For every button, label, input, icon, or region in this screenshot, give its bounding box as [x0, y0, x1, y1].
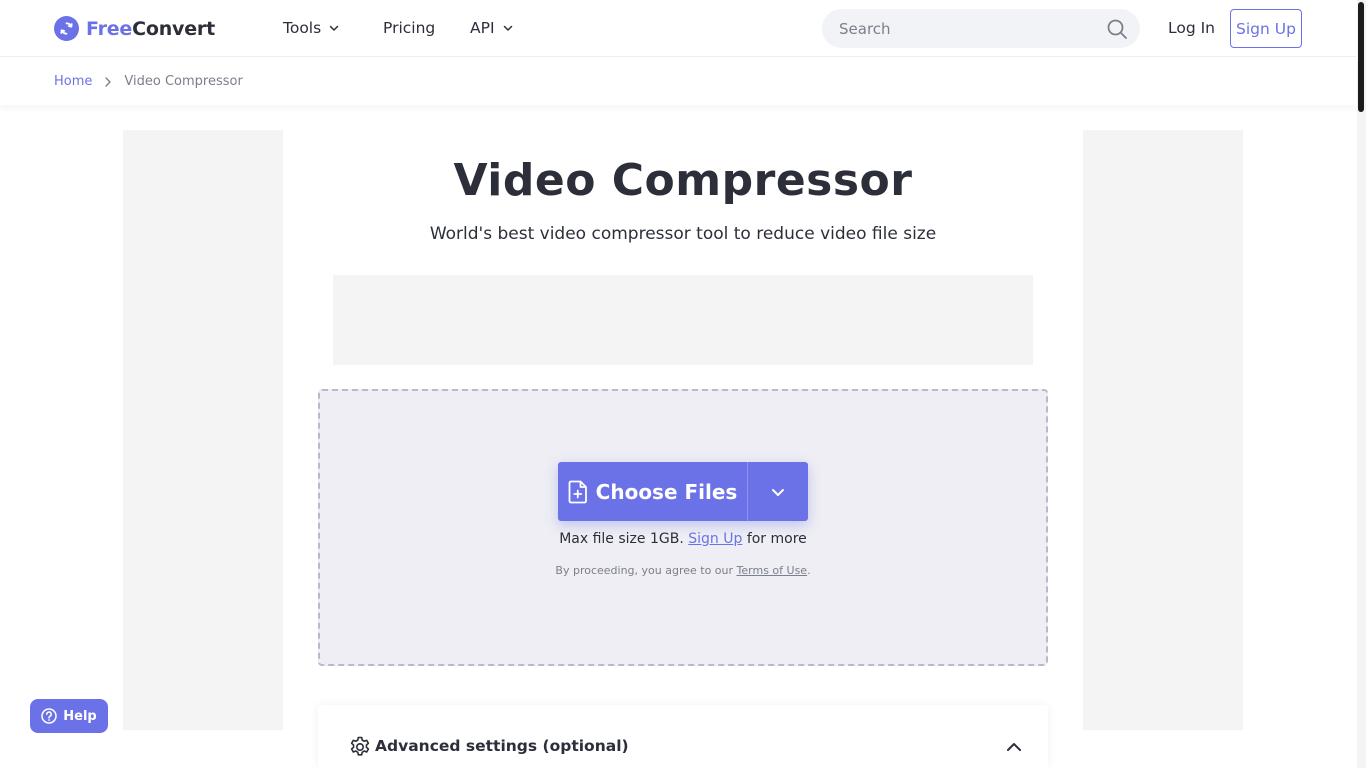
advanced-settings-label: Advanced settings (optional)	[375, 737, 629, 755]
gear-icon	[350, 736, 370, 756]
max-file-size-note: Max file size 1GB. Sign Up for more	[318, 531, 1048, 547]
search-box	[822, 9, 1140, 48]
max-size-suffix: for more	[746, 531, 807, 547]
help-button[interactable]: Help	[30, 699, 108, 733]
login-link[interactable]: Log In	[1168, 19, 1215, 37]
choose-source-dropdown[interactable]	[748, 462, 808, 521]
logo-text-convert: Convert	[132, 17, 215, 40]
terms-text: By proceeding, you agree to our	[555, 564, 734, 577]
breadcrumb-current: Video Compressor	[124, 74, 243, 89]
nav-tools[interactable]: Tools	[283, 19, 339, 37]
terms-note: By proceeding, you agree to our Terms of…	[318, 564, 1048, 577]
signup-button[interactable]: Sign Up	[1230, 9, 1302, 48]
choose-files-button-group: Choose Files	[558, 462, 808, 521]
file-add-icon	[568, 480, 587, 503]
help-label: Help	[63, 708, 97, 724]
breadcrumb-home[interactable]: Home	[54, 74, 92, 89]
search-input[interactable]	[839, 19, 1089, 38]
file-dropzone[interactable]	[318, 389, 1048, 666]
page-subtitle: World's best video compressor tool to re…	[429, 224, 937, 244]
choose-files-label: Choose Files	[595, 479, 738, 504]
chevron-down-icon	[329, 25, 339, 31]
page-scrollbar-track[interactable]	[1357, 0, 1366, 768]
logo-icon	[54, 16, 79, 41]
page-title: Video Compressor	[453, 155, 913, 206]
ad-slot-top	[333, 275, 1033, 365]
terms-of-use-link[interactable]: Terms of Use	[737, 564, 808, 577]
nav-pricing[interactable]: Pricing	[383, 19, 435, 37]
max-size-text: Max file size 1GB.	[559, 531, 684, 547]
question-circle-icon	[41, 708, 58, 724]
ad-slot-right	[1083, 130, 1243, 730]
page-scrollbar-thumb[interactable]	[1358, 2, 1364, 112]
ad-slot-left	[123, 130, 283, 730]
chevron-up-icon[interactable]	[1006, 741, 1022, 753]
nav-api-label: API	[470, 19, 495, 37]
breadcrumb: Home Video Compressor	[54, 74, 243, 89]
choose-files-button[interactable]: Choose Files	[558, 462, 748, 521]
nav-pricing-label: Pricing	[383, 19, 436, 37]
logo[interactable]: FreeConvert	[54, 16, 215, 41]
breadcrumb-bar: Home Video Compressor	[0, 58, 1356, 105]
chevron-down-icon	[772, 488, 784, 496]
nav-tools-label: Tools	[283, 19, 322, 37]
chevron-down-icon	[503, 25, 512, 31]
max-size-signup-link[interactable]: Sign Up	[688, 531, 742, 547]
chevron-right-icon	[105, 76, 112, 87]
terms-period: .	[807, 564, 811, 577]
advanced-settings-panel[interactable]: Advanced settings (optional)	[318, 705, 1048, 768]
search-icon[interactable]	[1106, 18, 1128, 40]
logo-text-free: Free	[86, 17, 133, 40]
site-header: FreeConvert Tools Pricing API Log In Sig…	[0, 0, 1356, 57]
logo-text: FreeConvert	[86, 18, 215, 40]
nav-api[interactable]: API	[470, 19, 513, 37]
